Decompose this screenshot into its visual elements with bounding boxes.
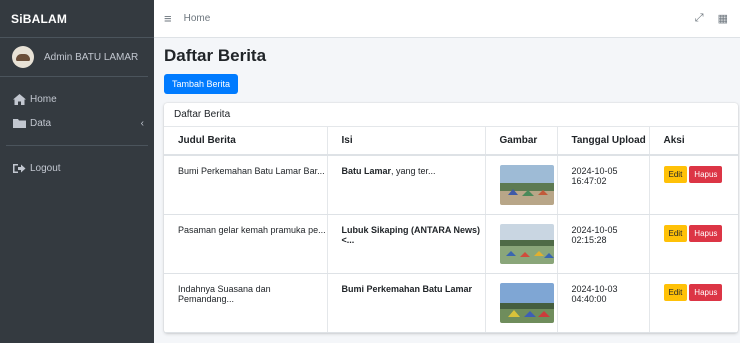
news-image	[499, 223, 554, 264]
sidebar-item-home[interactable]: Home	[0, 87, 154, 111]
table-row: Indahnya Suasana dan Pemandang... Bumi P…	[164, 273, 738, 333]
news-image	[499, 282, 554, 323]
cell-tanggal: 2024-10-05 16:47:02	[557, 155, 650, 215]
brand[interactable]: SiBALAM	[0, 0, 154, 38]
cell-isi: Batu Lamar, yang ter...	[327, 155, 486, 215]
main-content: Daftar Berita Tambah Berita Daftar Berit…	[154, 38, 740, 343]
fullscreen-icon[interactable]: ⤢	[695, 12, 704, 25]
top-navbar: ≡ Home ⤢ ▦	[154, 0, 740, 38]
avatar[interactable]	[12, 46, 34, 68]
delete-button[interactable]: Hapus	[689, 224, 723, 242]
cell-judul: Pasaman gelar kemah pramuka pe...	[164, 214, 328, 274]
sidebar-item-data[interactable]: Data ‹	[0, 111, 154, 135]
sidebar-nav: Home Data ‹ Logout	[0, 77, 154, 180]
news-table: Judul Berita Isi Gambar Tanggal Upload A…	[164, 127, 738, 333]
cell-aksi: Edit Hapus	[649, 214, 738, 274]
isi-rest: , yang ter...	[391, 166, 436, 176]
page-title: Daftar Berita	[164, 46, 267, 65]
cell-isi: Lubuk Sikaping (ANTARA News)<...	[327, 214, 486, 274]
edit-button[interactable]: Edit	[663, 224, 688, 242]
news-image	[499, 164, 554, 205]
card-title: Daftar Berita	[164, 103, 738, 127]
cell-gambar	[485, 155, 558, 215]
sidebar-item-label: Home	[30, 93, 57, 105]
cell-judul: Bumi Perkemahan Batu Lamar Bar...	[164, 155, 328, 215]
cell-gambar	[485, 214, 558, 274]
user-name[interactable]: Admin BATU LAMAR	[44, 52, 138, 63]
sidebar-item-label: Logout	[30, 162, 61, 174]
cell-isi: Bumi Perkemahan Batu Lamar	[327, 273, 486, 333]
column-header: Judul Berita	[164, 127, 328, 156]
grid-icon[interactable]: ▦	[718, 12, 728, 25]
isi-bold: Bumi Perkemahan Batu Lamar	[341, 283, 473, 294]
home-icon	[12, 93, 26, 105]
brand-text[interactable]: SiBALAM	[11, 12, 67, 26]
user-panel[interactable]: Admin BATU LAMAR	[0, 38, 148, 77]
cell-aksi: Edit Hapus	[649, 155, 738, 215]
column-header: Tanggal Upload	[557, 127, 650, 156]
divider	[6, 145, 148, 146]
isi-bold: Lubuk Sikaping (ANTARA News)<...	[341, 224, 481, 245]
edit-button[interactable]: Edit	[663, 283, 688, 301]
cell-tanggal: 2024-10-05 02:15:28	[557, 214, 650, 274]
isi-bold: Batu Lamar	[341, 166, 392, 176]
delete-button[interactable]: Hapus	[689, 166, 723, 183]
folder-icon	[12, 117, 26, 129]
edit-button[interactable]: Edit	[663, 166, 688, 183]
nav-home-link[interactable]: Home	[184, 13, 211, 24]
news-card: Daftar Berita Judul Berita Isi Gambar Ta…	[164, 103, 738, 333]
column-header: Aksi	[649, 127, 738, 156]
cell-tanggal: 2024-10-03 04:40:00	[557, 273, 650, 333]
table-row: Bumi Perkemahan Batu Lamar Bar... Batu L…	[164, 155, 738, 215]
sidebar: SiBALAM Admin BATU LAMAR Home Data ‹ Log…	[0, 0, 154, 343]
table-header-row: Judul Berita Isi Gambar Tanggal Upload A…	[164, 127, 738, 156]
cell-judul: Indahnya Suasana dan Pemandang...	[164, 273, 328, 333]
hamburger-icon[interactable]: ≡	[164, 11, 172, 26]
cell-aksi: Edit Hapus	[649, 273, 738, 333]
column-header: Gambar	[485, 127, 558, 156]
sidebar-item-logout[interactable]: Logout	[0, 156, 154, 180]
sign-out-icon	[12, 162, 26, 174]
sidebar-item-label: Data	[30, 117, 52, 129]
delete-button[interactable]: Hapus	[689, 283, 723, 301]
add-news-button[interactable]: Tambah Berita	[164, 74, 239, 94]
cell-gambar	[485, 273, 558, 333]
column-header: Isi	[327, 127, 486, 156]
chevron-left-icon[interactable]: ‹	[141, 118, 144, 129]
navbar-right: ⤢ ▦	[695, 12, 740, 25]
table-row: Pasaman gelar kemah pramuka pe... Lubuk …	[164, 214, 738, 274]
